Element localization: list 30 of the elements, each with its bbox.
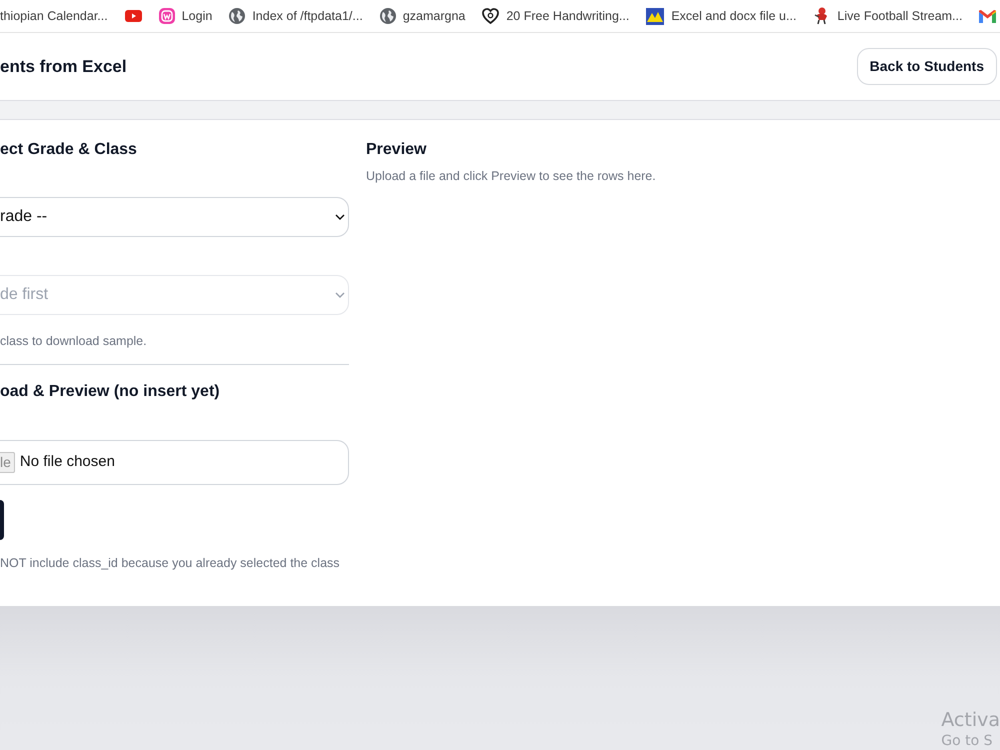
bookmark-link[interactable]: Live Football Stream... <box>837 6 962 26</box>
bookmark-link[interactable]: Index of /ftpdata1/... <box>252 6 363 26</box>
globe-icon <box>380 8 396 24</box>
bookmark-link[interactable]: thiopian Calendar... <box>0 6 108 26</box>
bookmark-link[interactable]: Excel and docx file u... <box>671 6 796 26</box>
mountain-icon <box>646 8 664 24</box>
file-status: No file chosen <box>20 452 115 472</box>
hint-text: class to download sample. <box>0 333 148 349</box>
section-heading: ect Grade & Class <box>0 140 138 160</box>
play-icon[interactable] <box>124 10 142 22</box>
back-button[interactable]: Back to Students <box>856 48 997 85</box>
section-heading: oad & Preview (no insert yet) <box>0 382 221 402</box>
note-text: NOT include class_id because you already selected the class <box>0 555 341 571</box>
heart-icon <box>482 8 500 24</box>
file-input[interactable]: le No file chosen <box>0 440 349 485</box>
bookmark-link[interactable]: 20 Free Handwriting... <box>506 6 630 26</box>
logo-icon <box>158 8 175 24</box>
chevron-down-icon <box>335 292 345 298</box>
bookmark-link[interactable]: Login <box>182 6 212 26</box>
chevron-down-icon <box>335 214 345 220</box>
activation-subtitle: Go to S <box>941 732 994 750</box>
action-button[interactable] <box>0 500 4 540</box>
preview-heading: Preview <box>366 140 428 160</box>
mail-icon[interactable] <box>979 10 996 22</box>
page-title: ents from Excel <box>0 56 127 78</box>
grade-select[interactable]: rade -- <box>0 197 349 237</box>
bookmark-link[interactable]: gzamargna <box>402 6 466 26</box>
preview-message: Upload a file and click Preview to see the rows here. <box>366 168 656 184</box>
globe-icon <box>229 8 246 24</box>
activation-title: Activa <box>941 708 1000 732</box>
